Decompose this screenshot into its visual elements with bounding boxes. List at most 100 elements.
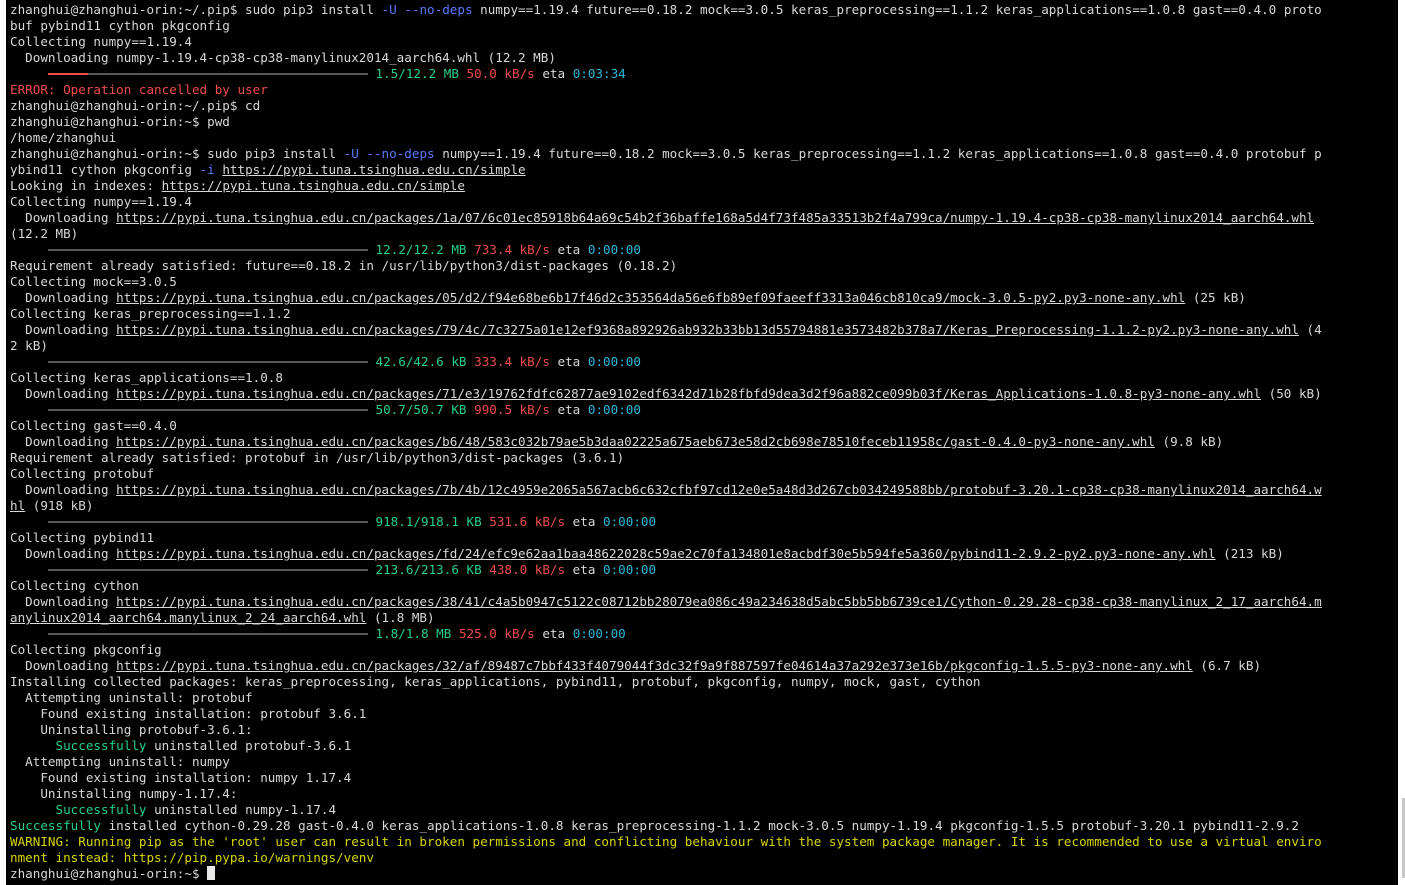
terminal-text: 0:00:00 [587,402,641,417]
terminal-line: Found existing installation: protobuf 3.… [10,706,1322,722]
terminal-line: 2 kB) [10,338,1322,354]
terminal-text: buf pybind11 cython pkgconfig [10,18,230,33]
url-link[interactable]: https://pypi.tuna.tsinghua.edu.cn/packag… [116,386,1261,401]
terminal-text: Downloading [10,594,117,609]
progress-bar-fill [47,248,368,251]
terminal-line: Collecting pkgconfig [10,642,1322,658]
terminal-text: numpy==1.19.4 future==0.18.2 mock==3.0.5… [434,146,1322,161]
terminal-line: Downloading https://pypi.tuna.tsinghua.e… [10,434,1322,450]
url-link[interactable]: https://pypi.tuna.tsinghua.edu.cn/simple [222,162,525,177]
terminal-text: Collecting numpy==1.19.4 [10,194,192,209]
terminal-line: Uninstalling protobuf-3.6.1: [10,722,1322,738]
terminal-text: Uninstalling numpy-1.17.4: [10,786,238,801]
url-link[interactable]: hl [10,498,25,513]
terminal-text: 0:00:00 [572,626,626,641]
terminal-line: 1.8/1.8 MB 525.0 kB/s eta 0:00:00 [10,626,1322,642]
terminal-text: numpy==1.19.4 future==0.18.2 mock==3.0.5… [472,2,1322,17]
terminal-text: uninstalled numpy-1.17.4 [146,802,337,817]
terminal-line: Collecting numpy==1.19.4 [10,34,1322,50]
terminal-text: ybind11 cython pkgconfig [10,162,200,177]
progress-bar [47,354,368,369]
terminal-text: 525.0 kB/s [458,626,535,641]
terminal-window[interactable]: zhanghui@zhanghui-orin:~/.pip$ sudo pip3… [6,0,1398,885]
progress-bar-remaining [87,72,368,75]
url-link[interactable]: https://pypi.tuna.tsinghua.edu.cn/packag… [116,594,1322,609]
terminal-text: 733.4 kB/s [474,242,550,257]
url-link[interactable]: https://pypi.tuna.tsinghua.edu.cn/packag… [116,434,1155,449]
terminal-line: Installing collected packages: keras_pre… [10,674,1322,690]
terminal-line: Collecting cython [10,578,1322,594]
url-link[interactable]: https://pypi.tuna.tsinghua.edu.cn/packag… [116,658,1193,673]
url-link[interactable]: anylinux2014_aarch64.manylinux_2_24_aarc… [10,610,366,625]
terminal-text: Requirement already satisfied: future==0… [10,258,678,273]
terminal-line: Collecting keras_applications==1.0.8 [10,370,1322,386]
progress-bar-fill [47,632,368,635]
terminal-text: (25 kB) [1185,290,1246,305]
terminal-line: 918.1/918.1 KB 531.6 kB/s eta 0:00:00 [10,514,1322,530]
terminal-text: /home/zhanghui [10,130,117,145]
terminal-text: --no-deps [404,2,473,17]
terminal-text: -i [199,162,215,177]
terminal-text: 50.7/50.7 KB [375,402,467,417]
terminal-line: buf pybind11 cython pkgconfig [10,18,1322,34]
terminal-line: zhanghui@zhanghui-orin:~$ pwd [10,114,1322,130]
terminal-text: zhanghui@zhanghui-orin:~/.pip$ cd [10,98,261,113]
terminal-text: Downloading [10,434,117,449]
terminal-line: Found existing installation: numpy 1.17.… [10,770,1322,786]
terminal-text: zhanghui@zhanghui-orin:~/.pip$ sudo pip3… [10,2,382,17]
terminal-line: Downloading numpy-1.19.4-cp38-cp38-manyl… [10,50,1322,66]
terminal-line: Uninstalling numpy-1.17.4: [10,786,1322,802]
progress-bar-fill [47,520,368,523]
terminal-text: Requirement already satisfied: protobuf … [10,450,625,465]
terminal-text: Found existing installation: protobuf 3.… [10,706,367,721]
url-link[interactable]: https://pypi.tuna.tsinghua.edu.cn/packag… [116,322,1299,337]
terminal-line: anylinux2014_aarch64.manylinux_2_24_aarc… [10,610,1322,626]
terminal-line: Successfully installed cython-0.29.28 ga… [10,818,1322,834]
terminal-line: Collecting mock==3.0.5 [10,274,1322,290]
terminal-line: Successfully uninstalled protobuf-3.6.1 [10,738,1322,754]
terminal-text: 42.6/42.6 kB [375,354,467,369]
url-link[interactable]: https://pypi.tuna.tsinghua.edu.cn/packag… [116,482,1322,497]
terminal-text: 0:03:34 [572,66,626,81]
terminal-text: 990.5 kB/s [474,402,550,417]
terminal-text: Collecting keras_applications==1.0.8 [10,370,283,385]
url-link[interactable]: https://pypi.tuna.tsinghua.edu.cn/packag… [116,290,1185,305]
terminal-line: Attempting uninstall: numpy [10,754,1322,770]
url-link[interactable]: https://pypi.tuna.tsinghua.edu.cn/packag… [116,210,1314,225]
progress-bar [47,402,368,417]
terminal-line: WARNING: Running pip as the 'root' user … [10,834,1322,850]
terminal-text: (918 kB) [25,498,94,513]
terminal-text: installed cython-0.29.28 gast-0.4.0 kera… [101,818,1299,833]
terminal-text: Collecting gast==0.4.0 [10,418,177,433]
terminal-text: 0:00:00 [603,514,657,529]
terminal-text: Collecting pybind11 [10,530,155,545]
terminal-text: 12.2/12.2 MB [375,242,467,257]
terminal-text: (1.8 MB) [366,610,435,625]
terminal-text: Collecting keras_preprocessing==1.1.2 [10,306,291,321]
terminal-line: ERROR: Operation cancelled by user [10,82,1322,98]
terminal-text: Successfully [55,738,147,753]
terminal-text: Installing collected packages: keras_pre… [10,674,981,689]
scrollbar-track[interactable] [1398,0,1405,885]
url-link[interactable]: https://pypi.tuna.tsinghua.edu.cn/packag… [116,546,1215,561]
terminal-line: nment instead: https://pip.pypa.io/warni… [10,850,1322,866]
url-link[interactable]: https://pypi.tuna.tsinghua.edu.cn/simple [162,178,465,193]
terminal-text: 1.8/1.8 MB [375,626,452,641]
terminal-line: Looking in indexes: https://pypi.tuna.ts… [10,178,1322,194]
progress-bar [47,562,368,577]
text-cursor [207,866,216,880]
terminal-text: Downloading [10,210,117,225]
terminal-text: (6.7 kB) [1192,658,1262,673]
terminal-text: eta [549,354,588,369]
